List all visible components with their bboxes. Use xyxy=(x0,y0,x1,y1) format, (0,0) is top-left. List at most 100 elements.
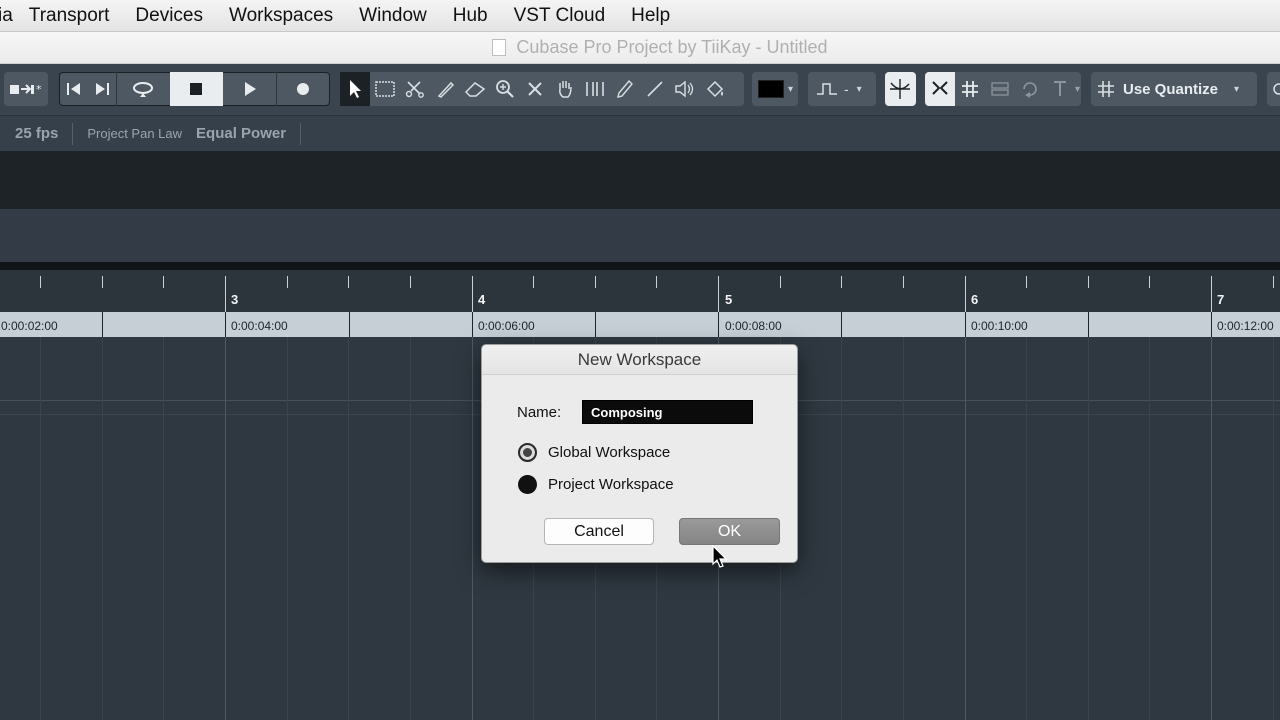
go-to-start-icon[interactable] xyxy=(60,72,88,106)
beat-grid-line xyxy=(841,337,842,720)
play-tool-icon[interactable] xyxy=(670,72,700,106)
beat-tick xyxy=(163,276,164,288)
chevron-down-icon: ▾ xyxy=(856,83,862,95)
time-tick xyxy=(841,312,842,337)
split-icon[interactable] xyxy=(400,72,430,106)
mouse-cursor-icon xyxy=(712,545,728,568)
snap-toggle-icon[interactable] xyxy=(925,72,955,106)
beat-grid-line xyxy=(903,337,904,720)
time-label: 0:00:10:00 xyxy=(971,319,1028,333)
beat-grid-line xyxy=(40,337,41,720)
time-tick xyxy=(102,312,103,337)
beat-tick xyxy=(841,276,842,288)
draw-icon[interactable] xyxy=(610,72,640,106)
go-to-end-icon[interactable] xyxy=(88,72,116,106)
time-major-tick xyxy=(1211,312,1212,337)
ok-button[interactable]: OK xyxy=(679,518,780,545)
project-workspace-option[interactable]: Project Workspace xyxy=(518,475,674,494)
workspace-name-input[interactable] xyxy=(582,400,753,424)
bars-ruler[interactable]: 3 4 5 6 7 xyxy=(0,270,1280,312)
transport-group xyxy=(59,72,330,106)
glue-icon[interactable] xyxy=(430,72,460,106)
chevron-down-icon: ▾ xyxy=(1234,83,1240,95)
constrain-delay-group: * xyxy=(4,72,48,106)
radio-label: Project Workspace xyxy=(548,476,674,493)
cycle-icon[interactable] xyxy=(117,72,171,106)
constrain-delay-icon[interactable]: * xyxy=(4,72,48,106)
stop-icon[interactable] xyxy=(170,72,223,106)
global-workspace-option[interactable]: Global Workspace xyxy=(518,443,670,462)
dash-icon: - xyxy=(844,81,849,97)
track-list-header-zone xyxy=(0,209,1280,262)
beat-tick xyxy=(903,276,904,288)
mute-icon[interactable] xyxy=(520,72,550,106)
new-workspace-dialog: New Workspace Name: Global Workspace Pro… xyxy=(481,344,798,563)
grid-icon[interactable] xyxy=(955,72,985,106)
grid-relative-icon[interactable] xyxy=(985,72,1015,106)
beat-grid-line xyxy=(1273,337,1274,720)
beat-grid-line xyxy=(1088,337,1089,720)
beat-tick xyxy=(656,276,657,288)
divider xyxy=(300,122,302,145)
radio-button[interactable] xyxy=(518,475,537,494)
time-tick xyxy=(349,312,350,337)
zero-crossing-icon xyxy=(890,79,910,99)
beat-tick xyxy=(595,276,596,288)
menu-workspaces[interactable]: Workspaces xyxy=(229,5,333,27)
cancel-button[interactable]: Cancel xyxy=(544,518,654,545)
record-icon[interactable] xyxy=(277,72,329,106)
beat-grid-line xyxy=(1026,337,1027,720)
beat-tick xyxy=(533,276,534,288)
bar-number: 3 xyxy=(231,292,239,307)
time-major-tick xyxy=(965,312,966,337)
beat-grid-line xyxy=(163,337,164,720)
snap-zero-crossing[interactable] xyxy=(885,72,916,106)
bar-tick xyxy=(1211,276,1212,312)
zoom-icon[interactable] xyxy=(490,72,520,106)
beat-tick xyxy=(410,276,411,288)
range-selection-icon[interactable] xyxy=(370,72,400,106)
time-ruler[interactable]: 0:00:02:00 0:00:04:00 0:00:06:00 0:00:08… xyxy=(0,312,1280,337)
bar-tick xyxy=(472,276,473,312)
time-label: 0:00:12:00 xyxy=(1217,319,1274,333)
menu-media[interactable]: ia xyxy=(0,5,13,27)
time-major-tick xyxy=(472,312,473,337)
bar-tick xyxy=(225,276,226,312)
beat-grid-line xyxy=(102,337,103,720)
overview-line xyxy=(0,151,1280,209)
project-toolbar: * ▾ - ▾ ▾ Use Quantize ▾ xyxy=(0,64,1280,116)
menu-hub[interactable]: Hub xyxy=(453,5,488,27)
radio-button[interactable] xyxy=(518,443,537,462)
line-icon[interactable] xyxy=(640,72,670,106)
frame-rate-value[interactable]: 25 fps xyxy=(15,125,58,142)
quantize-grid-icon xyxy=(1098,81,1114,97)
menu-transport[interactable]: Transport xyxy=(29,5,110,27)
quantize-preset-label: Use Quantize xyxy=(1123,80,1219,98)
beat-grid-line xyxy=(1149,337,1150,720)
ruler-separator xyxy=(0,262,1280,270)
object-selection-icon[interactable] xyxy=(340,72,370,106)
menu-bar: ia Transport Devices Workspaces Window H… xyxy=(0,0,1280,32)
color-menu[interactable]: ▾ xyxy=(752,72,798,106)
hand-icon[interactable] xyxy=(550,72,580,106)
menu-help[interactable]: Help xyxy=(631,5,670,27)
shuffle-icon[interactable] xyxy=(1015,72,1045,106)
bar-number: 6 xyxy=(971,292,979,307)
erase-icon[interactable] xyxy=(460,72,490,106)
beat-tick xyxy=(102,276,103,288)
menu-vst-cloud[interactable]: VST Cloud xyxy=(514,5,606,27)
quantize-preset-menu[interactable]: Use Quantize ▾ xyxy=(1091,72,1257,106)
beat-tick xyxy=(287,276,288,288)
menu-window[interactable]: Window xyxy=(359,5,427,27)
color-tool-icon[interactable] xyxy=(700,72,730,106)
divider xyxy=(72,122,74,145)
time-warp-icon[interactable] xyxy=(580,72,610,106)
menu-devices[interactable]: Devices xyxy=(135,5,203,27)
auto-scroll-group[interactable]: - ▾ xyxy=(808,72,876,106)
radio-label: Global Workspace xyxy=(548,444,671,461)
pan-law-value[interactable]: Equal Power xyxy=(196,125,286,142)
magnetic-cursor-icon[interactable] xyxy=(1045,72,1075,106)
play-icon[interactable] xyxy=(223,72,277,106)
bar-grid-line xyxy=(1211,337,1212,720)
toolbar-overflow[interactable] xyxy=(1267,72,1280,106)
